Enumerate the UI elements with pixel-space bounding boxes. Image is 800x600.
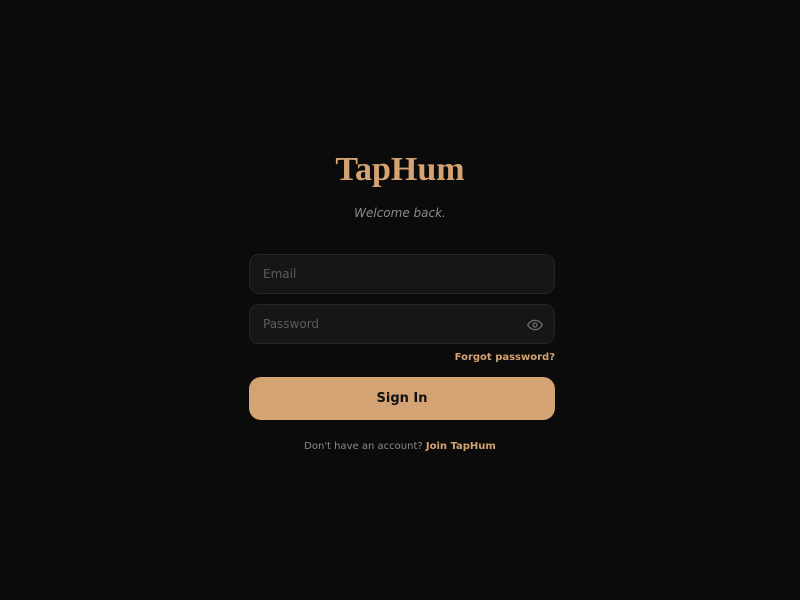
welcome-tagline: Welcome back. [354,206,446,220]
sign-in-button[interactable]: Sign In [249,377,555,420]
signup-prompt: Don't have an account? Join TapHum [0,440,800,454]
brand-logo: TapHum [335,151,465,188]
join-link[interactable]: Join TapHum [426,441,496,452]
signup-prompt-text: Don't have an account? [304,441,423,452]
eye-icon[interactable] [527,317,543,333]
password-field-container [249,304,555,344]
email-field-container [249,254,555,294]
login-page: TapHum Welcome back. Forgot password? Si… [0,0,800,600]
email-input[interactable] [250,255,554,293]
password-input[interactable] [250,305,554,343]
forgot-password-link[interactable]: Forgot password? [455,351,555,365]
